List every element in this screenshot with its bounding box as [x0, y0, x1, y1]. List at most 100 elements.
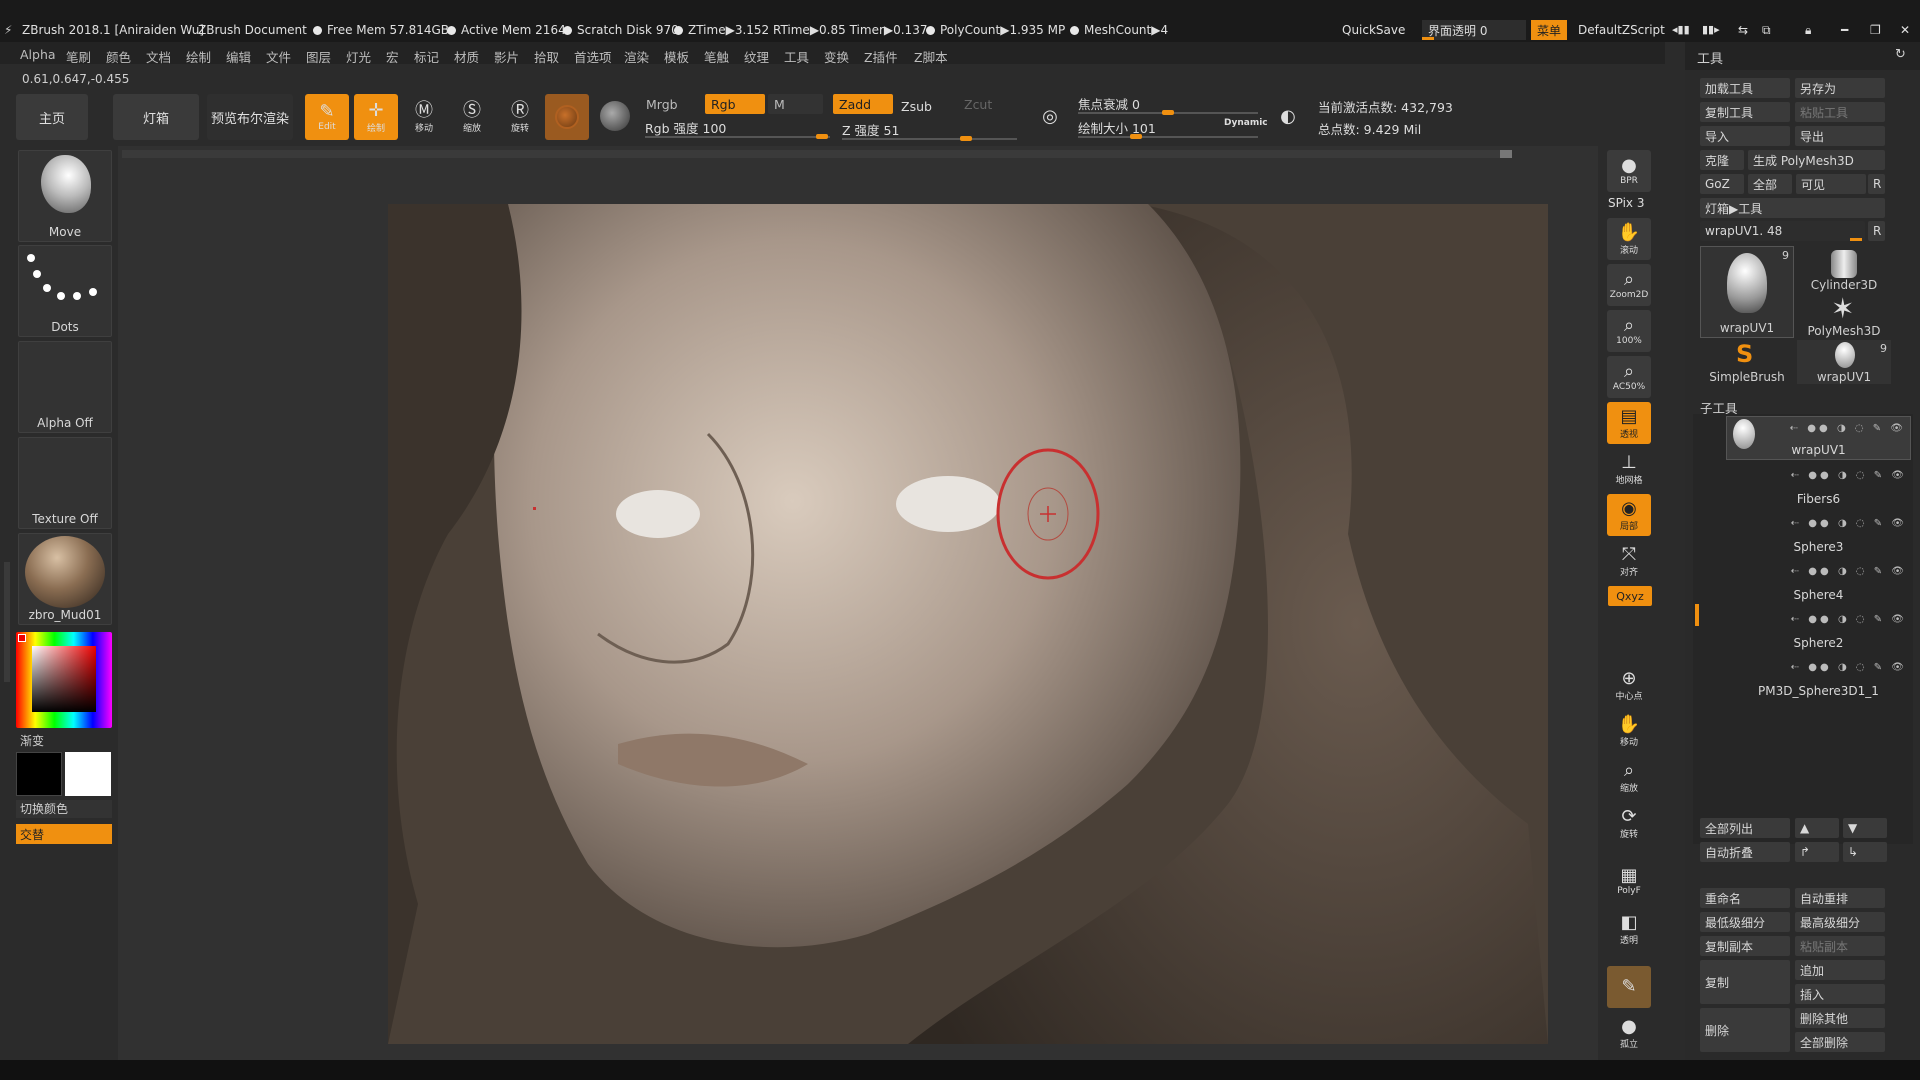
export-button[interactable]: 导出 — [1795, 126, 1885, 146]
scroll-button[interactable]: ✋ 滚动 — [1607, 218, 1651, 260]
xyz-symmetry-button[interactable]: Qxyz — [1608, 586, 1652, 606]
duplicate-button[interactable]: 复制副本 — [1700, 936, 1790, 956]
local-button[interactable]: ◉ 局部 — [1607, 494, 1651, 536]
rgb-button[interactable]: Rgb — [705, 94, 765, 114]
color-picker[interactable] — [16, 632, 112, 728]
delete-button[interactable]: 删除 — [1700, 1008, 1790, 1052]
z-intensity-track[interactable] — [842, 138, 1017, 140]
m-button[interactable]: M — [768, 94, 823, 114]
menu-item[interactable]: 文件 — [266, 47, 291, 66]
menu-item[interactable]: 编辑 — [226, 47, 251, 66]
sculpt-canvas[interactable] — [388, 204, 1548, 1044]
subtool-toggle-icons[interactable]: ⇠ ●● ◑ ◌ ✎ 👁︎ — [1791, 470, 1907, 481]
menu-item[interactable]: 灯光 — [346, 47, 371, 66]
rgb-intensity-track[interactable] — [645, 136, 830, 138]
document-viewport[interactable] — [118, 146, 1598, 1060]
current-tool-slider[interactable]: wrapUV1. 48 — [1700, 221, 1865, 241]
goz-all-button[interactable]: 全部 — [1748, 174, 1792, 194]
switch-color-button[interactable]: 切换颜色 — [16, 800, 112, 818]
gradient-label[interactable]: 渐变 — [20, 732, 44, 749]
default-zscript-button[interactable]: DefaultZScript — [1578, 23, 1665, 37]
auto-collapse-button[interactable]: 自动折叠 — [1700, 842, 1790, 862]
z-intensity-slider[interactable]: Z 强度 51 — [842, 120, 899, 139]
draw-button[interactable]: ✛ 绘制 — [354, 94, 398, 140]
menu-item[interactable]: 颜色 — [106, 47, 131, 66]
menu-item[interactable]: 渲染 — [624, 47, 649, 66]
arrow-down-right-icon[interactable]: ↳ — [1843, 842, 1887, 862]
move-up-icon[interactable]: ▲ — [1795, 818, 1839, 838]
rotate-view-button[interactable]: ⟳ 旋转 — [1607, 802, 1651, 844]
subtool-toggle-icons[interactable]: ⇠ ●● ◑ ◌ ✎ 👁︎ — [1791, 662, 1907, 673]
material-selector[interactable]: zbro_Mud01 — [18, 533, 112, 625]
refresh-icon[interactable]: ↻ — [1895, 47, 1906, 62]
draw-size-knob[interactable] — [1130, 134, 1142, 139]
menu-item[interactable]: 材质 — [454, 47, 479, 66]
texture-sphere-icon[interactable] — [600, 101, 630, 131]
lock-icon[interactable]: 🔒︎ — [1805, 23, 1811, 38]
menu-item[interactable]: 影片 — [494, 47, 519, 66]
preview-boolean-render-button[interactable]: 预览布尔渲染 — [207, 94, 293, 140]
lowest-subdiv-button[interactable]: 最低级细分 — [1700, 912, 1790, 932]
menu-item[interactable]: 图层 — [306, 47, 331, 66]
rename-button[interactable]: 重命名 — [1700, 888, 1790, 908]
brush-selector[interactable]: Move — [18, 150, 112, 242]
floor-button[interactable]: ⊥ 地网格 — [1607, 448, 1651, 490]
actual-size-button[interactable]: ⌕ 100% — [1607, 310, 1651, 352]
highest-subdiv-button[interactable]: 最高级细分 — [1795, 912, 1885, 932]
subtool-item[interactable]: ⇠ ●● ◑ ◌ ✎ 👁︎ wrapUV1 — [1726, 416, 1911, 460]
goz-visible-button[interactable]: 可见 — [1796, 174, 1866, 194]
quicksave-button[interactable]: QuickSave — [1342, 23, 1405, 37]
perspective-button[interactable]: ▤ 透视 — [1607, 402, 1651, 444]
menu-item[interactable]: 文档 — [146, 47, 171, 66]
ac50-button[interactable]: ⌕ AC50% — [1607, 356, 1651, 398]
tool-thumb-polymesh3d[interactable]: ✶ PolyMesh3D — [1797, 292, 1891, 338]
rgb-intensity-slider[interactable]: Rgb 强度 100 — [645, 118, 726, 137]
solo-button[interactable]: ● 孤立 — [1607, 1012, 1651, 1054]
menu-item[interactable]: Z脚本 — [914, 47, 948, 66]
alpha-selector[interactable]: Alpha Off — [18, 341, 112, 433]
z-intensity-knob[interactable] — [960, 136, 972, 141]
minimize-icon[interactable]: ━ — [1841, 23, 1848, 37]
paste-copy-button[interactable]: 粘贴副本 — [1795, 936, 1885, 956]
load-tool-button[interactable]: 加载工具 — [1700, 78, 1790, 98]
menu-item[interactable]: 拾取 — [534, 47, 559, 66]
save-as-button[interactable]: 另存为 — [1795, 78, 1885, 98]
zcut-button[interactable]: Zcut — [958, 94, 1018, 114]
scale-button[interactable]: Ⓢ 缩放 — [452, 94, 492, 140]
subtool-item[interactable]: ⇠ ●● ◑ ◌ ✎ 👁︎ Fibers6 — [1726, 464, 1911, 508]
subtool-toggle-icons[interactable]: ⇠ ●● ◑ ◌ ✎ 👁︎ — [1791, 566, 1907, 577]
menu-item[interactable]: 工具 — [784, 47, 809, 66]
move-down-icon[interactable]: ▼ — [1843, 818, 1887, 838]
close-icon[interactable]: ✕ — [1900, 23, 1910, 37]
alternate-button[interactable]: 交替 — [16, 824, 112, 844]
ghost-button[interactable]: ✎ — [1607, 966, 1651, 1008]
mrgb-button[interactable]: Mrgb — [640, 94, 700, 114]
menu-item[interactable]: 变换 — [824, 47, 849, 66]
import-button[interactable]: 导入 — [1700, 126, 1790, 146]
home-button[interactable]: 主页 — [16, 94, 88, 140]
center-point-button[interactable]: ⊕ 中心点 — [1607, 664, 1651, 706]
secondary-color-swatch[interactable] — [16, 752, 62, 796]
focal-shift-slider[interactable]: 焦点衰减 0 — [1078, 94, 1140, 113]
menu-toggle-button[interactable]: 菜单 — [1531, 20, 1567, 40]
spix-slider[interactable]: SPix 3 — [1608, 196, 1644, 210]
menu-item[interactable]: 标记 — [414, 47, 439, 66]
tool-thumb-wrapuv1-alt[interactable]: 9 wrapUV1 — [1797, 340, 1891, 384]
delete-all-button[interactable]: 全部删除 — [1795, 1032, 1885, 1052]
menu-item[interactable]: 绘制 — [186, 47, 211, 66]
arrows-left-icon[interactable]: ◂▮▮ — [1672, 23, 1690, 36]
transparency-slider[interactable]: 界面透明 0 — [1422, 20, 1526, 40]
texture-selector[interactable]: Texture Off — [18, 437, 112, 529]
stroke-selector[interactable]: Dots — [18, 245, 112, 337]
arrows-right-icon[interactable]: ▮▮▸ — [1702, 23, 1720, 36]
lightbox-tools-button[interactable]: 灯箱▶工具 — [1700, 198, 1885, 218]
make-polymesh-button[interactable]: 生成 PolyMesh3D — [1748, 150, 1885, 170]
subtool-item[interactable]: ⇠ ●● ◑ ◌ ✎ 👁︎ Sphere3 — [1726, 512, 1911, 556]
clone-button[interactable]: 克隆 — [1700, 150, 1744, 170]
arrow-up-right-icon[interactable]: ↱ — [1795, 842, 1839, 862]
subtool-item[interactable]: ⇠ ●● ◑ ◌ ✎ 👁︎ Sphere2 — [1726, 608, 1911, 652]
menu-item[interactable]: Z插件 — [864, 47, 898, 66]
rotate-button[interactable]: Ⓡ 旋转 — [500, 94, 540, 140]
copy-button[interactable]: 复制 — [1700, 960, 1790, 1004]
append-button[interactable]: 追加 — [1795, 960, 1885, 980]
